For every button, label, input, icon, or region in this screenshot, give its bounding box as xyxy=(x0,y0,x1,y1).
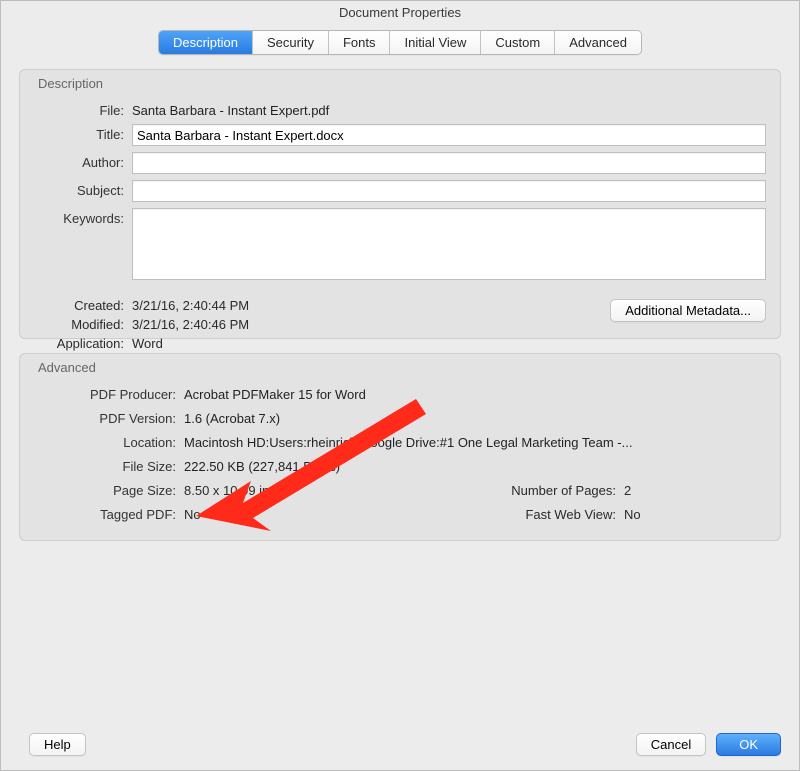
content-area: Description File: Santa Barbara - Instan… xyxy=(1,69,799,541)
tab-custom[interactable]: Custom xyxy=(481,31,555,54)
application-label: Application: xyxy=(34,336,132,351)
location-label: Location: xyxy=(34,432,184,450)
keywords-label: Keywords: xyxy=(34,208,132,226)
tab-initial-view[interactable]: Initial View xyxy=(390,31,481,54)
tab-description[interactable]: Description xyxy=(159,31,253,54)
subject-input[interactable] xyxy=(132,180,766,202)
file-size-value: 222.50 KB (227,841 Bytes) xyxy=(184,456,766,474)
tab-security[interactable]: Security xyxy=(253,31,329,54)
pdf-version-value: 1.6 (Acrobat 7.x) xyxy=(184,408,766,426)
created-label: Created: xyxy=(34,298,132,313)
fast-web-label: Fast Web View: xyxy=(484,504,624,522)
file-value: Santa Barbara - Instant Expert.pdf xyxy=(132,100,766,118)
keywords-input[interactable] xyxy=(132,208,766,280)
tagged-pdf-label: Tagged PDF: xyxy=(34,504,184,522)
description-legend: Description xyxy=(34,76,107,91)
file-label: File: xyxy=(34,100,132,118)
num-pages-value: 2 xyxy=(624,480,766,498)
footer-bar: Help Cancel OK xyxy=(19,733,781,756)
advanced-legend: Advanced xyxy=(34,360,100,375)
modified-label: Modified: xyxy=(34,317,132,332)
title-label: Title: xyxy=(34,124,132,142)
location-value: Macintosh HD:Users:rheinrich:Google Driv… xyxy=(184,432,766,450)
pdf-version-label: PDF Version: xyxy=(34,408,184,426)
document-properties-window: Document Properties DescriptionSecurityF… xyxy=(0,0,800,771)
additional-metadata-button[interactable]: Additional Metadata... xyxy=(610,299,766,322)
help-button[interactable]: Help xyxy=(29,733,86,756)
fast-web-value: No xyxy=(624,504,766,522)
page-size-value: 8.50 x 10.99 in xyxy=(184,480,484,498)
pdf-producer-value: Acrobat PDFMaker 15 for Word xyxy=(184,384,766,402)
page-size-label: Page Size: xyxy=(34,480,184,498)
application-value: Word xyxy=(132,336,766,351)
title-input[interactable] xyxy=(132,124,766,146)
tagged-pdf-value: No xyxy=(184,504,484,522)
cancel-button[interactable]: Cancel xyxy=(636,733,706,756)
advanced-group: Advanced PDF Producer: Acrobat PDFMaker … xyxy=(19,353,781,541)
tab-bar: DescriptionSecurityFontsInitial ViewCust… xyxy=(1,30,799,55)
author-input[interactable] xyxy=(132,152,766,174)
tab-advanced[interactable]: Advanced xyxy=(555,31,641,54)
description-group: Description File: Santa Barbara - Instan… xyxy=(19,69,781,339)
num-pages-label: Number of Pages: xyxy=(484,480,624,498)
pdf-producer-label: PDF Producer: xyxy=(34,384,184,402)
author-label: Author: xyxy=(34,152,132,170)
file-size-label: File Size: xyxy=(34,456,184,474)
subject-label: Subject: xyxy=(34,180,132,198)
tab-fonts[interactable]: Fonts xyxy=(329,31,391,54)
window-title: Document Properties xyxy=(1,1,799,26)
ok-button[interactable]: OK xyxy=(716,733,781,756)
